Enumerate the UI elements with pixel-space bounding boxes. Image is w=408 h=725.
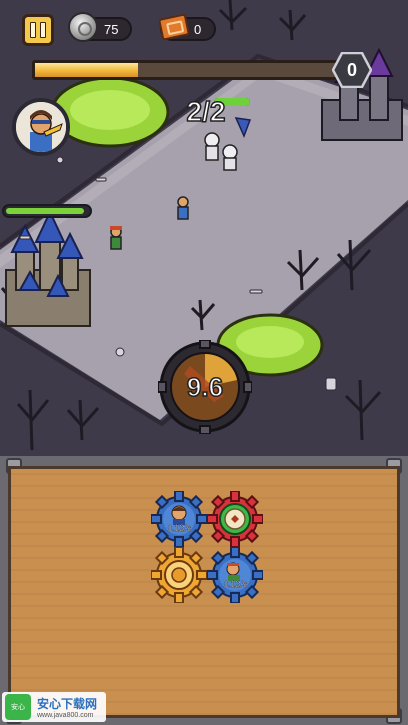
watermark-logo: 安心 (5, 694, 31, 720)
coin-count: 75 (104, 21, 119, 37)
wave-badge: 0 (331, 51, 373, 89)
merge-panel: 0.12/s 0.12/s (0, 456, 408, 725)
watermark-title: 安心下载网 (37, 697, 98, 711)
castle-health-fill (6, 208, 84, 214)
gear-board: 0.12/s 0.12/s (8, 466, 400, 718)
watermark: 安心 安心下载网 www.java800.com (2, 692, 106, 722)
gear-rate: 0.12/s (222, 579, 248, 589)
cooldown-timer: 9.6 (186, 371, 224, 403)
silver-coin-icon (68, 12, 98, 42)
wave-number: 0 (346, 59, 357, 80)
pause-button[interactable] (22, 14, 54, 46)
wave-progress-bar (32, 60, 340, 80)
gear-rate: 0.12/s (166, 523, 192, 533)
watermark-url: www.java800.com (37, 712, 94, 719)
enemy-counter: 2/2 (186, 95, 226, 128)
hero-gear-slot[interactable]: 0.12/s (206, 546, 264, 604)
empty-gear-slot[interactable] (150, 546, 208, 604)
wave-progress-fill (35, 63, 138, 77)
castle-health-bar (2, 204, 92, 218)
pause-icon (30, 22, 36, 38)
bonus-gear-slot[interactable] (206, 490, 264, 548)
pause-icon (40, 22, 46, 38)
top-hud: 75 0 0 (0, 0, 408, 100)
hero-portrait[interactable] (12, 98, 70, 156)
hero-gear-slot[interactable]: 0.12/s (150, 490, 208, 548)
ticket-count: 0 (194, 21, 202, 37)
ability-cooldown-button[interactable]: 9.6 (157, 339, 253, 435)
